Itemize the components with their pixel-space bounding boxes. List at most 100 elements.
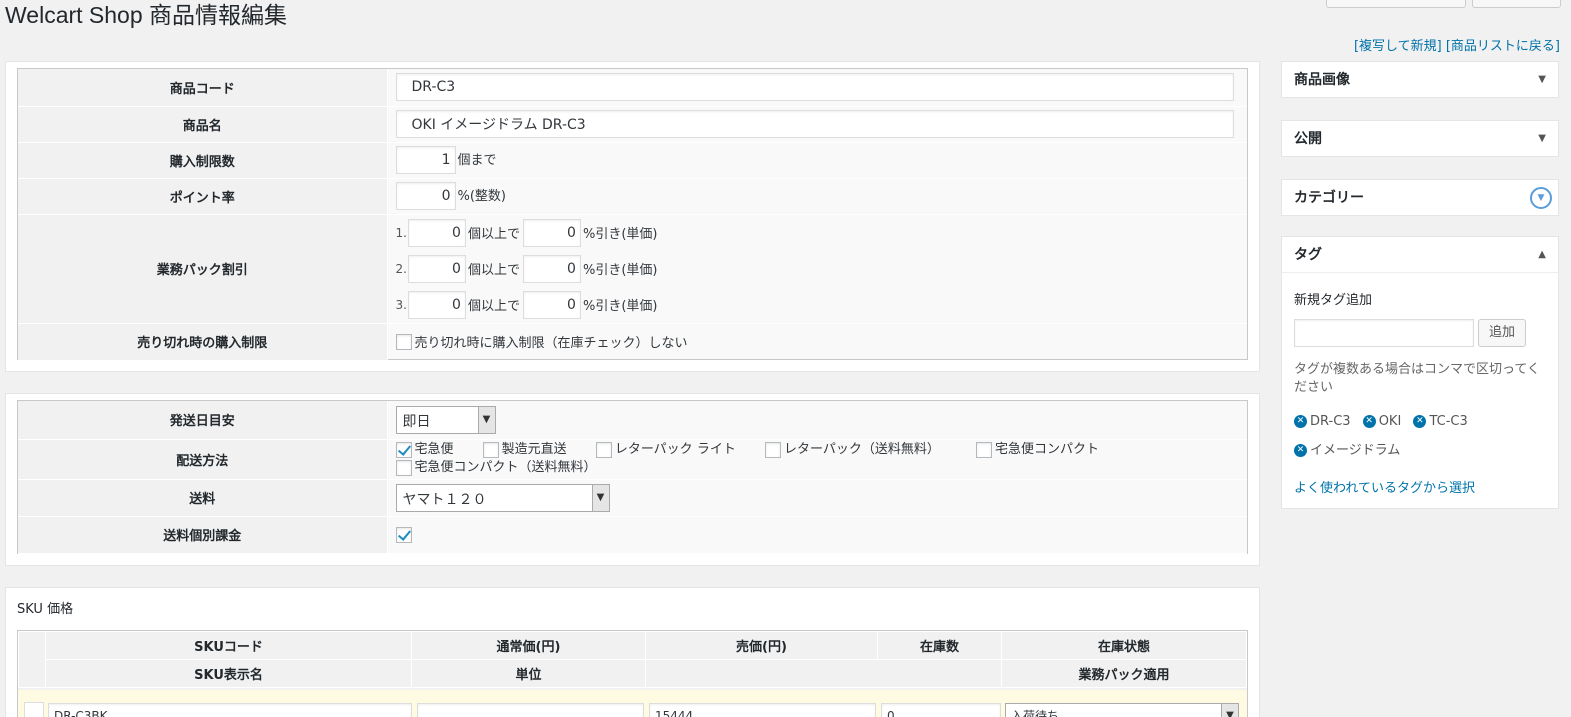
method-label: レターパック ライト bbox=[614, 441, 736, 457]
point-unit: %(整数) bbox=[457, 189, 507, 204]
sku-status-select[interactable]: 入荷待ち ▼ bbox=[1005, 703, 1239, 717]
discount-index: 2. bbox=[395, 261, 407, 276]
publish-header[interactable]: 公開 ▼ bbox=[1282, 121, 1558, 157]
discount-rate-input[interactable] bbox=[522, 254, 581, 283]
discount-row: 1. 個以上で %引き(単価) bbox=[396, 215, 1248, 251]
limit-unit: 個まで bbox=[457, 153, 497, 168]
sku-header-list-price: 通常価(円) bbox=[411, 631, 646, 660]
code-input[interactable] bbox=[395, 73, 1234, 102]
caret-up-icon[interactable]: ▲ bbox=[1538, 237, 1546, 273]
limit-label: 購入制限数 bbox=[18, 142, 388, 179]
top-button-2[interactable] bbox=[1472, 0, 1561, 8]
sku-drag-handle[interactable] bbox=[24, 702, 44, 717]
category-title: カテゴリー bbox=[1294, 190, 1364, 206]
sku-row-handle-header bbox=[18, 631, 46, 688]
method-checkbox-letterpack-light[interactable] bbox=[595, 441, 612, 458]
remove-tag-icon[interactable]: ✕ bbox=[1413, 415, 1427, 428]
tag-input[interactable] bbox=[1294, 319, 1474, 347]
sku-row: 入荷待ち ▼ bbox=[18, 690, 1247, 717]
sku-stock-input[interactable] bbox=[881, 703, 1001, 717]
sku-panel: SKU 価格 SKUコード 通常価(円) 売価(円) 在庫数 在庫状態 SKU表… bbox=[5, 587, 1260, 717]
tag-text: DR-C3 bbox=[1310, 414, 1351, 429]
top-button-1[interactable] bbox=[1326, 0, 1466, 8]
chevron-down-icon: ▼ bbox=[591, 484, 609, 511]
method-checkbox-compact-free[interactable] bbox=[395, 460, 412, 476]
sku-header-stock: 在庫数 bbox=[877, 631, 1002, 660]
method-checkbox-compact[interactable] bbox=[975, 441, 992, 458]
chevron-down-icon: ▼ bbox=[1221, 704, 1238, 717]
sku-list-price-input[interactable] bbox=[417, 703, 644, 717]
ship-fee-label: 送料 bbox=[18, 479, 388, 517]
copy-new-link[interactable]: [複写して新規] bbox=[1354, 39, 1442, 54]
sku-status-value: 入荷待ち bbox=[1011, 709, 1060, 717]
sku-header-code: SKUコード bbox=[45, 631, 412, 660]
chevron-down-icon: ▼ bbox=[477, 406, 495, 433]
remove-tag-icon[interactable]: ✕ bbox=[1362, 415, 1376, 428]
ship-date-value: 即日 bbox=[402, 413, 431, 430]
limit-input[interactable] bbox=[395, 146, 456, 174]
ship-method-label: 配送方法 bbox=[18, 439, 388, 480]
shipping-panel: 発送日目安 即日 ▼ 配送方法 宅急便 製造元直送 レターパック ライト レターパ… bbox=[5, 393, 1260, 566]
tag-item: ✕ TC-C3 bbox=[1413, 414, 1468, 429]
discount-row: 3. 個以上で %引き(単価) bbox=[396, 287, 1248, 323]
publish-title: 公開 bbox=[1294, 131, 1322, 147]
point-input[interactable] bbox=[395, 182, 456, 210]
sku-header-pack: 業務パック適用 bbox=[1001, 659, 1247, 688]
page-title: Welcart Shop 商品情報編集 bbox=[5, 2, 288, 28]
ship-fee-select[interactable]: ヤマト１２０ ▼ bbox=[395, 483, 610, 512]
product-image-header[interactable]: 商品画像 ▼ bbox=[1282, 62, 1558, 98]
discount-rate-unit: %引き(単価) bbox=[582, 263, 658, 278]
method-label: 宅急便コンパクト（送料無料） bbox=[414, 460, 597, 475]
tag-header[interactable]: タグ ▲ bbox=[1282, 237, 1558, 273]
header-links: [複写して新規] [商品リストに戻る] bbox=[1354, 35, 1560, 54]
soldout-text: 売り切れ時に購入制限（在庫チェック）しない bbox=[414, 336, 688, 351]
basic-info-table: 商品コード 商品名 購入制限数 個まで ポイント率 %(整数) 業務パック割引 … bbox=[18, 69, 1247, 361]
sku-price-input[interactable] bbox=[649, 703, 876, 717]
method-label: 宅急便 bbox=[414, 441, 454, 457]
discount-qty-unit: 個以上で bbox=[467, 227, 520, 242]
product-image-box: 商品画像 ▼ bbox=[1281, 61, 1559, 98]
method-label: 製造元直送 bbox=[501, 441, 567, 457]
sku-code-input[interactable] bbox=[48, 703, 412, 717]
soldout-label: 売り切れ時の購入制限 bbox=[18, 323, 388, 361]
sku-table: SKUコード 通常価(円) 売価(円) 在庫数 在庫状態 SKU表示名 単位 業… bbox=[18, 631, 1247, 688]
method-checkbox-takkyubin[interactable] bbox=[395, 441, 412, 458]
tag-item: ✕ OKI bbox=[1362, 414, 1401, 429]
discount-label: 業務パック割引 bbox=[18, 214, 388, 324]
sku-header-unit: 単位 bbox=[411, 659, 646, 688]
shipping-table: 発送日目安 即日 ▼ 配送方法 宅急便 製造元直送 レターパック ライト レターパ… bbox=[18, 401, 1247, 554]
method-checkbox-letterpack[interactable] bbox=[764, 441, 781, 458]
sku-header-blank bbox=[645, 659, 1002, 688]
product-image-title: 商品画像 bbox=[1294, 72, 1350, 88]
tag-add-button[interactable]: 追加 bbox=[1478, 319, 1526, 347]
caret-down-icon[interactable]: ▼ bbox=[1538, 62, 1546, 98]
discount-qty-input[interactable] bbox=[407, 218, 466, 247]
category-header[interactable]: カテゴリー ▼ bbox=[1282, 180, 1558, 216]
discount-rate-unit: %引き(単価) bbox=[582, 227, 658, 242]
discount-qty-input[interactable] bbox=[407, 290, 466, 319]
discount-qty-unit: 個以上で bbox=[467, 263, 520, 278]
point-label: ポイント率 bbox=[18, 178, 388, 215]
soldout-checkbox[interactable] bbox=[395, 333, 412, 350]
caret-down-circle-icon[interactable]: ▼ bbox=[1530, 187, 1552, 209]
method-label: レターパック（送料無料） bbox=[783, 441, 940, 457]
tag-text: TC-C3 bbox=[1429, 414, 1468, 429]
remove-tag-icon[interactable]: ✕ bbox=[1294, 415, 1307, 428]
publish-box: 公開 ▼ bbox=[1281, 120, 1559, 157]
back-list-link[interactable]: [商品リストに戻る] bbox=[1446, 39, 1560, 54]
ship-date-select[interactable]: 即日 ▼ bbox=[395, 405, 496, 434]
name-input[interactable] bbox=[395, 110, 1234, 138]
sku-header-status: 在庫状態 bbox=[1001, 631, 1247, 660]
method-checkbox-direct[interactable] bbox=[482, 441, 499, 458]
tag-list: ✕ DR-C3 ✕ OKI ✕ TC-C3 ✕ イメージドラム bbox=[1294, 407, 1552, 465]
caret-down-icon[interactable]: ▼ bbox=[1538, 121, 1546, 157]
tag-title: タグ bbox=[1294, 247, 1322, 263]
discount-index: 1. bbox=[395, 225, 407, 240]
discount-qty-input[interactable] bbox=[407, 254, 466, 283]
discount-index: 3. bbox=[395, 297, 407, 312]
remove-tag-icon[interactable]: ✕ bbox=[1294, 444, 1307, 457]
individual-fee-checkbox[interactable] bbox=[395, 526, 412, 543]
discount-rate-input[interactable] bbox=[522, 218, 581, 247]
discount-rate-input[interactable] bbox=[522, 290, 581, 319]
tag-popular-link[interactable]: よく使われているタグから選択 bbox=[1294, 477, 1475, 496]
